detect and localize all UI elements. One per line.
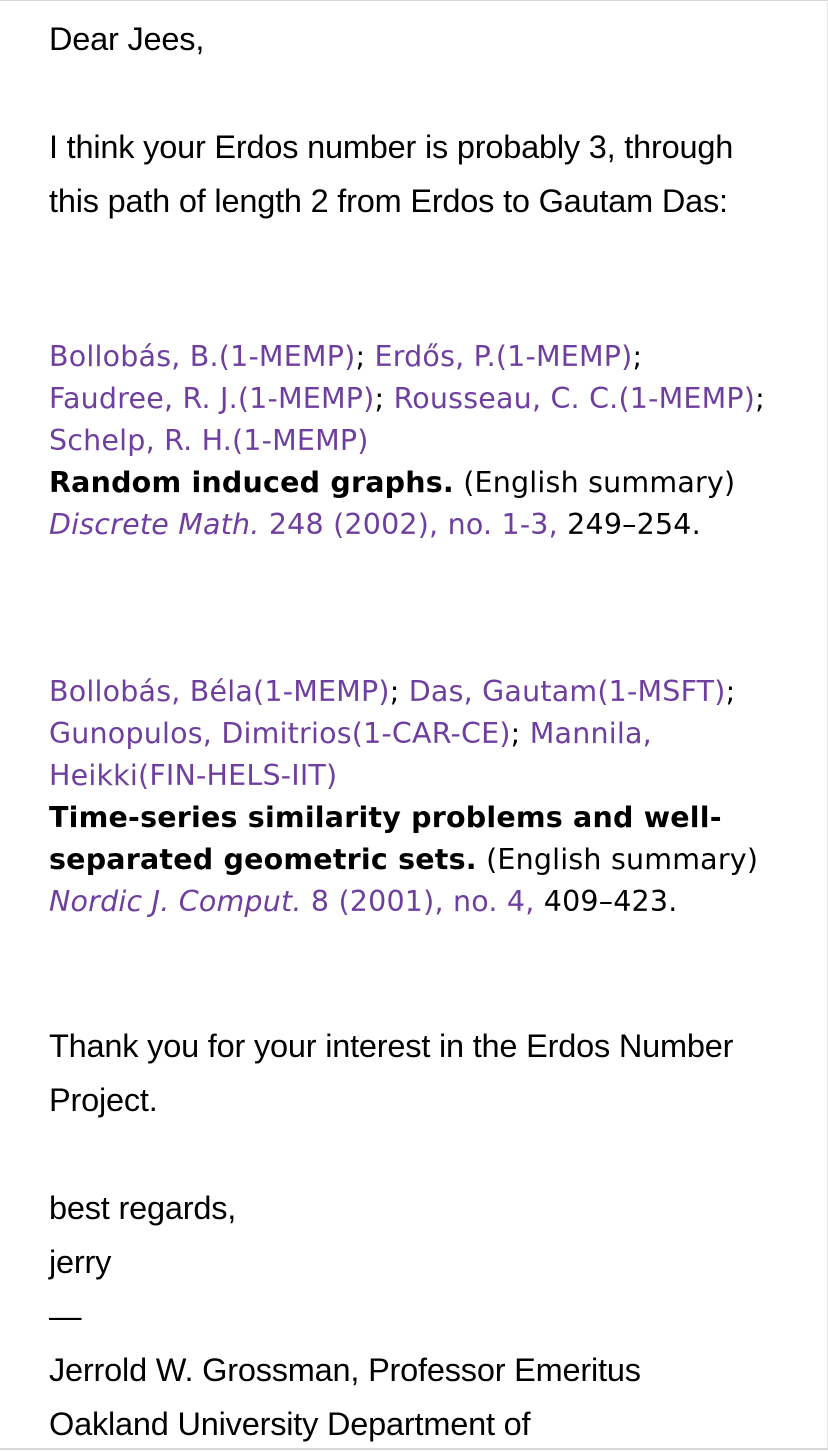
volume-link[interactable]: 8 (2001), no. 4, [311, 885, 535, 918]
journal-link[interactable]: Nordic J. Comput. [49, 885, 302, 918]
paper-note: (English summary) [486, 843, 759, 876]
volume-link[interactable]: 248 (2002), no. 1-3, [269, 508, 558, 541]
reference-2: Bollobás, Béla(1-MEMP); Das, Gautam(1-MS… [49, 671, 774, 923]
author-separator: ; [725, 675, 736, 708]
author-separator: ; [389, 675, 400, 708]
author-separator: ; [374, 382, 385, 415]
signature-dash: — [49, 1298, 82, 1334]
author-link[interactable]: Gunopulos, Dimitrios(1-CAR-CE) [49, 717, 511, 750]
author-separator: ; [755, 382, 765, 415]
journal-link[interactable]: Discrete Math. [49, 508, 260, 541]
author-link[interactable]: Bollobás, B.(1-MEMP) [49, 340, 355, 373]
author-link[interactable]: Schelp, R. H.(1-MEMP) [49, 424, 369, 457]
pages: 249–254. [567, 508, 701, 541]
author-link[interactable]: Rousseau, C. C.(1-MEMP) [394, 382, 756, 415]
closing-line: best regards, [49, 1190, 237, 1226]
author-separator: ; [355, 340, 366, 373]
author-link[interactable]: Das, Gautam(1-MSFT) [409, 675, 726, 708]
signature-title: Jerrold W. Grossman, Professor Emeritus [49, 1352, 641, 1388]
signature-affiliation: Oakland University Department of [49, 1406, 531, 1442]
signature-name: jerry [49, 1244, 112, 1280]
thanks-paragraph: Thank you for your interest in the Erdos… [49, 1028, 734, 1118]
intro-paragraph: I think your Erdos number is probably 3,… [49, 129, 734, 219]
author-link[interactable]: Faudree, R. J.(1-MEMP) [49, 382, 374, 415]
author-separator: ; [510, 717, 521, 750]
paper-title: Random induced graphs. [49, 466, 454, 499]
pages: 409–423. [543, 885, 678, 918]
greeting: Dear Jees, [49, 21, 205, 57]
reference-1: Bollobás, B.(1-MEMP); Erdős, P.(1-MEMP);… [49, 336, 774, 546]
top-divider [0, 0, 828, 1]
author-link[interactable]: Bollobás, Béla(1-MEMP) [49, 675, 390, 708]
author-separator: ; [632, 340, 643, 373]
author-link[interactable]: Erdős, P.(1-MEMP) [375, 340, 633, 373]
paper-note: (English summary) [463, 466, 736, 499]
